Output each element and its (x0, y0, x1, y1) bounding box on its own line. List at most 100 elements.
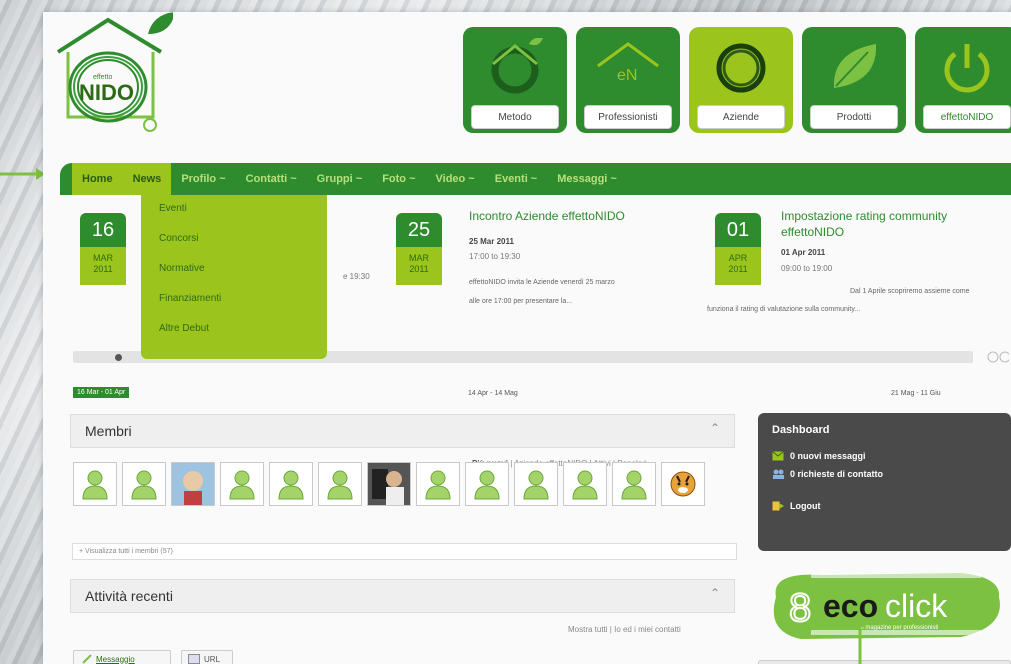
nav-news[interactable]: News (122, 163, 172, 195)
url-button[interactable]: URL (181, 650, 233, 664)
dropdown-item-altre[interactable]: Altre Debut (141, 315, 327, 345)
user-avatar-icon (229, 470, 255, 500)
news-dropdown-menu: Eventi Concorsi Normative Finanziamenti … (141, 195, 327, 359)
user-avatar-icon (621, 470, 647, 500)
activity-filters[interactable]: Mostra tutti | Io ed i miei contatti (568, 625, 681, 634)
category-professionisti[interactable]: eN Professionisti (576, 27, 680, 133)
member-avatar[interactable] (73, 462, 117, 506)
event-date-1[interactable]: 16 MAR 2011 (80, 213, 126, 285)
ecoclick-eco: eco (823, 588, 878, 624)
contact-requests-link[interactable]: 0 richieste di contatto (758, 465, 1011, 483)
power-icon (915, 33, 1011, 103)
member-avatar[interactable] (367, 462, 411, 506)
message-button[interactable]: Messaggio (73, 650, 171, 664)
members-panel-header: Membri ⌃ (70, 414, 735, 448)
nav-foto[interactable]: Foto ~ (372, 163, 425, 195)
member-avatar[interactable] (661, 462, 705, 506)
ecoclick-tagline: il magazine per professionisti (861, 625, 938, 631)
event-date-2[interactable]: 25 MAR 2011 (396, 213, 442, 285)
dropdown-item-concorsi[interactable]: Concorsi (141, 225, 327, 255)
activity-title: Attività recenti (85, 588, 173, 604)
tiger-avatar-icon (670, 471, 696, 497)
nav-messaggi[interactable]: Messaggi ~ (547, 163, 627, 195)
member-avatar[interactable] (269, 462, 313, 506)
nav-profilo[interactable]: Profilo ~ (171, 163, 235, 195)
member-avatar[interactable] (465, 462, 509, 506)
en-glyph-text: eN (617, 67, 637, 84)
envelope-icon (772, 451, 784, 461)
effettonido-logo[interactable]: effetto NIDO (53, 12, 175, 137)
user-avatar-icon (278, 470, 304, 500)
nav-contatti[interactable]: Contatti ~ (236, 163, 307, 195)
en-house-icon: eN (576, 33, 680, 103)
ecoclick-banner[interactable]: 8 eco click il magazine per professionis… (761, 567, 1011, 647)
event-3-desc-2: funziona il rating di valutazione sulla … (707, 306, 861, 313)
event-2-time: 17:00 to 19:30 (469, 252, 521, 261)
activity-panel-header: Attività recenti ⌃ (70, 579, 735, 613)
dropdown-item-eventi[interactable]: Eventi (141, 195, 327, 225)
event-3-desc-1: Dal 1 Aprile scopriremo assieme come (850, 288, 970, 295)
member-avatar[interactable] (122, 462, 166, 506)
nav-video[interactable]: Video ~ (426, 163, 485, 195)
member-avatar[interactable] (171, 462, 215, 506)
user-avatar-icon (572, 470, 598, 500)
nav-eventi[interactable]: Eventi ~ (485, 163, 548, 195)
dashboard-title: Dashboard (772, 424, 830, 436)
ecoclick-number: 8 (789, 586, 811, 630)
event-3-title-line2[interactable]: effettoNIDO (781, 225, 844, 240)
member-avatar[interactable] (416, 462, 460, 506)
dashboard-panel: Dashboard 0 nuovi messaggi 0 richieste d… (758, 413, 1011, 551)
collapse-icon[interactable]: ⌃ (710, 586, 720, 600)
logo-text: NIDO (79, 80, 134, 105)
member-avatar[interactable] (563, 462, 607, 506)
pencil-icon (82, 654, 92, 664)
logout-icon (772, 501, 784, 511)
member-avatar[interactable] (514, 462, 558, 506)
range-label-2[interactable]: 14 Apr - 14 Mag (468, 390, 518, 397)
image-icon (188, 654, 200, 664)
nav-home[interactable]: Home (72, 163, 123, 195)
member-avatar[interactable] (220, 462, 264, 506)
members-title: Membri (85, 423, 132, 439)
user-avatar-icon (131, 470, 157, 500)
house-circle-icon (463, 33, 567, 103)
range-label-3[interactable]: 21 Mag - 11 Giu (891, 390, 941, 397)
dropdown-item-normative[interactable]: Normative (141, 255, 327, 285)
event-3-title-line1[interactable]: Impostazione rating community (781, 209, 947, 224)
event-date-3[interactable]: 01 APR 2011 (715, 213, 761, 285)
category-aziende[interactable]: Aziende (689, 27, 793, 133)
collapse-icon[interactable]: ⌃ (710, 421, 720, 435)
event-3-time: 09:00 to 19:00 (781, 264, 833, 273)
event-2-date: 25 Mar 2011 (469, 237, 514, 246)
new-messages-link[interactable]: 0 nuovi messaggi (758, 447, 1011, 465)
member-photo (172, 463, 214, 505)
page-container: effetto NIDO Metodo eN Professionisti Az… (43, 12, 1011, 664)
event-3-date: 01 Apr 2011 (781, 248, 826, 257)
range-label-1[interactable]: 16 Mar - 01 Apr (73, 387, 130, 398)
show-all-members-link[interactable]: + Visualizza tutti i membri (57) (72, 543, 737, 560)
user-avatar-icon (327, 470, 353, 500)
member-photo (368, 463, 410, 505)
nav-gruppi[interactable]: Gruppi ~ (307, 163, 373, 195)
dropdown-item-finanziamenti[interactable]: Finanziamenti (141, 285, 327, 315)
slider-position-dot[interactable] (115, 354, 122, 361)
arrow-up-icon (854, 617, 866, 664)
slider-controls-icon[interactable] (987, 351, 1009, 363)
logout-link[interactable]: Logout (758, 497, 1011, 515)
member-avatar[interactable] (318, 462, 362, 506)
member-avatar[interactable] (612, 462, 656, 506)
event-2-desc-2: alle ore 17:00 per presentare la... (469, 298, 573, 305)
category-icons: Metodo eN Professionisti Aziende Prodott… (463, 27, 1011, 133)
members-avatar-grid (73, 462, 705, 506)
event-2-title[interactable]: Incontro Aziende effettoNIDO (469, 209, 625, 224)
ecoclick-click: click (885, 588, 948, 624)
category-effettonido[interactable]: effettoNIDO (915, 27, 1011, 133)
user-avatar-icon (474, 470, 500, 500)
main-navbar: Home News Profilo ~ Contatti ~ Gruppi ~ … (60, 163, 1011, 195)
user-avatar-icon (523, 470, 549, 500)
category-metodo[interactable]: Metodo (463, 27, 567, 133)
event-2-desc-1: effettoNIDO invita le Aziende venerdì 25… (469, 279, 615, 286)
category-prodotti[interactable]: Prodotti (802, 27, 906, 133)
leaf-icon (802, 33, 906, 103)
sidebar-next-panel (758, 660, 1011, 664)
